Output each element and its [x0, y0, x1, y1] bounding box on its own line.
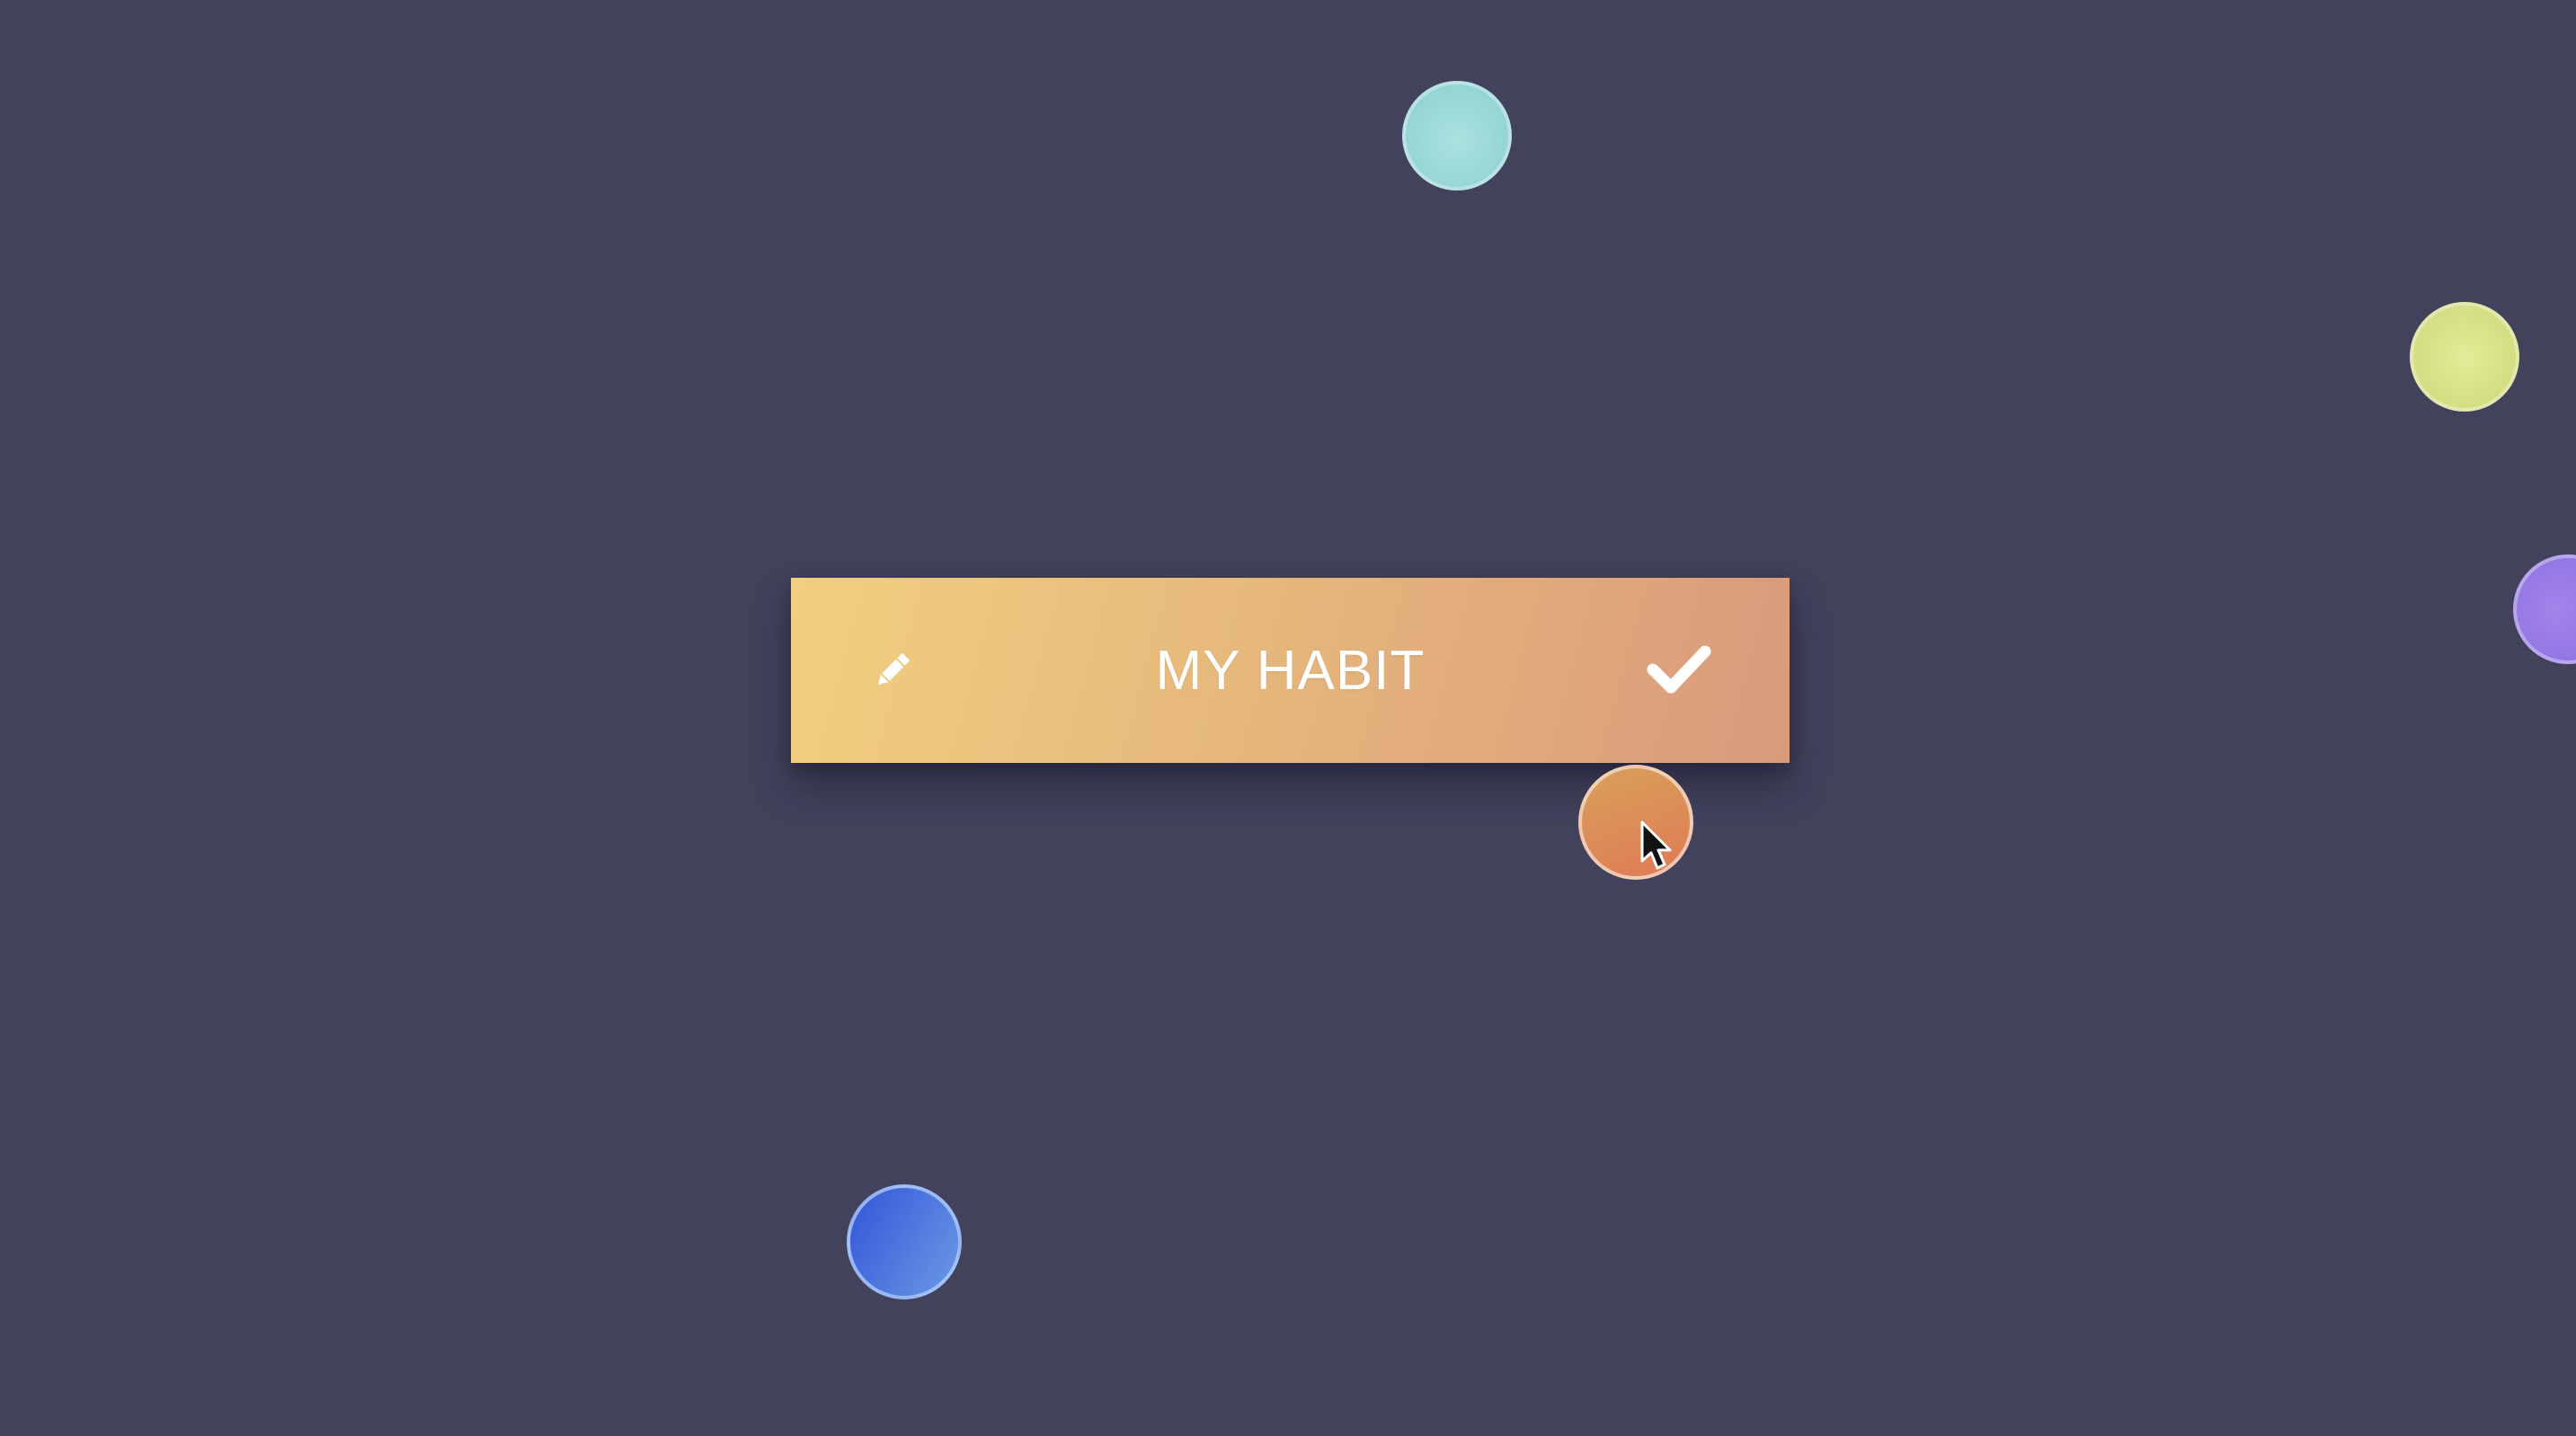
habit-card: MY HABIT — [791, 578, 1790, 763]
mouse-pointer-icon — [1640, 820, 1672, 870]
habit-title[interactable]: MY HABIT — [1156, 639, 1426, 703]
floating-bubble-orange[interactable] — [1578, 765, 1693, 880]
checkmark-icon — [1647, 645, 1711, 694]
floating-bubble-blue[interactable] — [847, 1184, 962, 1299]
floating-bubble-purple[interactable] — [2513, 554, 2576, 664]
edit-habit-button[interactable] — [870, 646, 917, 693]
floating-bubble-teal[interactable] — [1402, 81, 1512, 191]
floating-bubble-lime[interactable] — [2410, 302, 2519, 412]
app-canvas: MY HABIT — [0, 0, 2576, 1436]
pencil-icon — [878, 653, 910, 685]
complete-habit-button[interactable] — [1646, 643, 1712, 696]
